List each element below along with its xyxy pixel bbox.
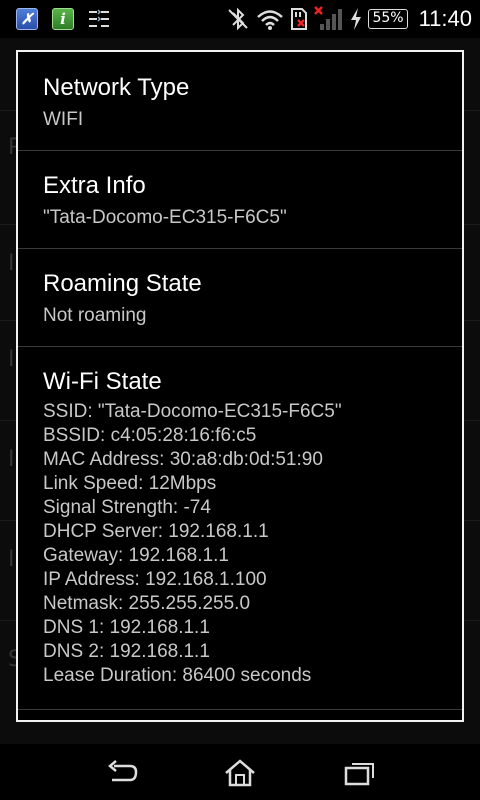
wifi-bssid: BSSID: c4:05:28:16:f6:c5 [43, 425, 257, 446]
network-type-section[interactable]: Network Type WIFI [18, 52, 462, 151]
recent-apps-icon[interactable] [343, 758, 377, 788]
wifi-ip-address: IP Address: 192.168.1.100 [43, 569, 267, 590]
bg-letter: I [8, 347, 15, 372]
roaming-state-value: Not roaming [43, 305, 147, 326]
navigation-bar [0, 744, 480, 800]
system-icons: 55% 11:40 [225, 6, 472, 32]
back-icon[interactable] [104, 758, 138, 788]
charging-icon [351, 8, 362, 30]
signal-off-icon [314, 6, 343, 30]
status-bar: ✗ i 55% 11:40 [0, 0, 480, 38]
wifi-icon [257, 10, 284, 30]
network-type-title: Network Type [43, 74, 190, 101]
wifi-ssid: SSID: "Tata-Docomo-EC315-F6C5" [43, 401, 342, 422]
extra-info-title: Extra Info [43, 172, 146, 199]
extra-info-value: "Tata-Docomo-EC315-F6C5" [43, 207, 287, 228]
roaming-state-title: Roaming State [43, 270, 202, 297]
wifi-dhcp-server: DHCP Server: 192.168.1.1 [43, 521, 269, 542]
bluetooth-off-icon [228, 7, 249, 31]
bg-letter: I [8, 447, 15, 472]
app-x-icon: ✗ [16, 8, 38, 30]
wifi-dns1: DNS 1: 192.168.1.1 [43, 617, 210, 638]
wifi-state-details: SSID: "Tata-Docomo-EC315-F6C5" BSSID: c4… [43, 400, 462, 688]
network-info-dialog: Network Type WIFI Extra Info "Tata-Docom… [16, 50, 464, 722]
wifi-state-section[interactable]: Wi-Fi State SSID: "Tata-Docomo-EC315-F6C… [18, 347, 462, 710]
sd-card-error-icon [291, 8, 308, 30]
wifi-dns2: DNS 2: 192.168.1.1 [43, 641, 210, 662]
clock: 11:40 [418, 6, 472, 31]
notification-icons: ✗ i [16, 8, 110, 30]
wifi-link-speed: Link Speed: 12Mbps [43, 473, 217, 494]
info-app-icon: i [52, 8, 74, 30]
bg-letter: I [8, 547, 15, 572]
wifi-mac-address: MAC Address: 30:a8:db:0d:51:90 [43, 449, 323, 470]
wifi-lease-duration: Lease Duration: 86400 seconds [43, 665, 312, 686]
wifi-netmask: Netmask: 255.255.255.0 [43, 593, 251, 614]
extra-info-section[interactable]: Extra Info "Tata-Docomo-EC315-F6C5" [18, 151, 462, 249]
roaming-state-section[interactable]: Roaming State Not roaming [18, 249, 462, 347]
sort-list-icon [89, 9, 109, 27]
battery-indicator: 55% [368, 9, 408, 29]
bg-letter: I [8, 251, 15, 276]
wifi-signal-strength: Signal Strength: -74 [43, 497, 211, 518]
home-icon[interactable] [223, 758, 257, 788]
wifi-state-title: Wi-Fi State [43, 368, 162, 395]
network-type-value: WIFI [43, 109, 84, 130]
wifi-gateway: Gateway: 192.168.1.1 [43, 545, 229, 566]
